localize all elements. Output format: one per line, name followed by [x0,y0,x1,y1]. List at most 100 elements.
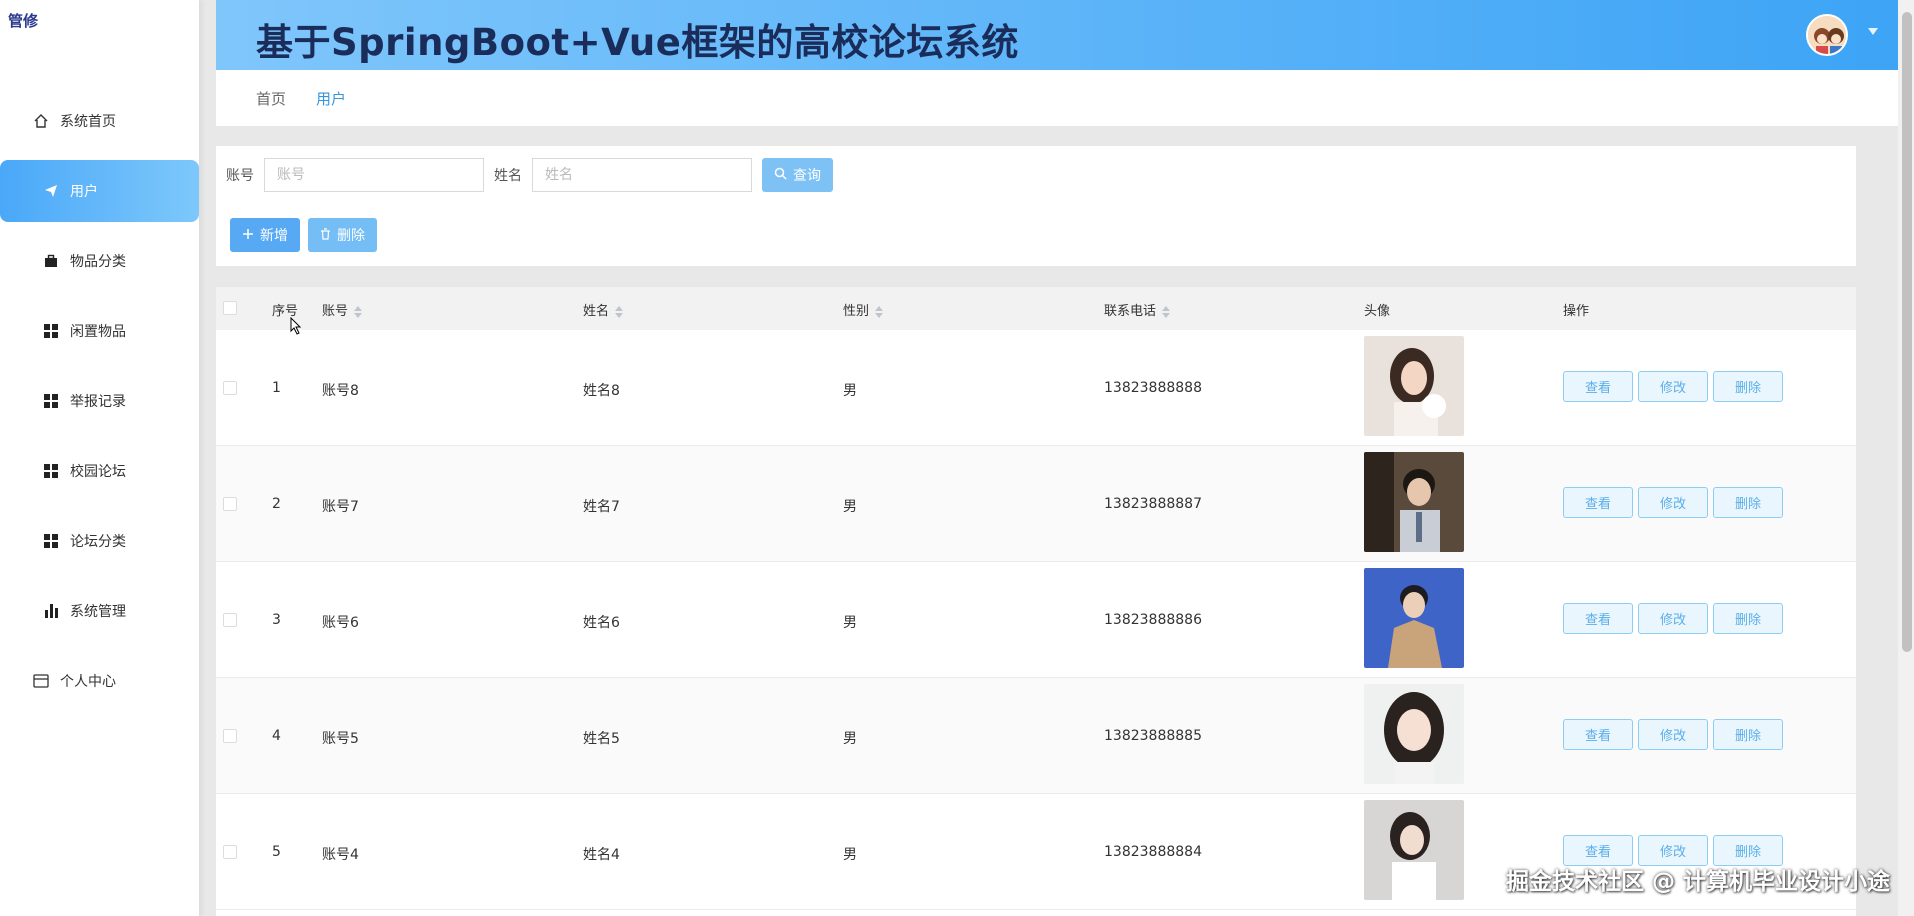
cell-account: 账号6 [322,615,359,631]
header-account[interactable]: 账号 [322,300,363,319]
edit-button[interactable]: 修改 [1638,371,1708,402]
user-photo [1364,568,1464,668]
header-gender[interactable]: 性别 [843,300,884,319]
cell-phone: 13823888888 [1104,380,1202,396]
top-header: 基于SpringBoot+Vue框架的高校论坛系统 [216,0,1898,70]
delete-button[interactable]: 删除 [1713,371,1783,402]
delete-button[interactable]: 删除 [1713,487,1783,518]
table-row: 4 账号5 姓名5 男 13823888885 查看 修改 删除 [216,678,1856,794]
plus-icon [242,227,254,243]
cell-phone: 13823888887 [1104,496,1202,512]
batch-delete-button[interactable]: 删除 [308,218,377,252]
edit-button[interactable]: 修改 [1638,603,1708,634]
select-all-checkbox[interactable] [223,301,237,315]
sidebar-item-label: 用户 [70,184,98,200]
header-name-label: 姓名 [583,304,610,319]
cell-name: 姓名5 [583,731,620,747]
user-photo [1364,336,1464,436]
sort-icon[interactable] [354,305,363,318]
header-gender-label: 性别 [843,304,870,319]
name-label: 姓名 [494,168,522,184]
row-checkbox[interactable] [223,729,237,743]
add-button[interactable]: 新增 [230,218,300,252]
trash-icon [320,227,331,243]
cell-name: 姓名6 [583,615,620,631]
grid-icon [42,462,60,480]
sidebar-item-idle-goods[interactable]: 闲置物品 [0,300,199,362]
header-name[interactable]: 姓名 [583,300,624,319]
cell-account: 账号8 [322,383,359,399]
delete-button[interactable]: 删除 [1713,719,1783,750]
view-button[interactable]: 查看 [1563,719,1633,750]
view-button[interactable]: 查看 [1563,603,1633,634]
cell-index: 3 [272,612,281,628]
breadcrumb: 首页 用户 [216,70,1898,126]
sidebar-item-reports[interactable]: 举报记录 [0,370,199,432]
cell-phone: 13823888884 [1104,844,1202,860]
cell-account: 账号5 [322,731,359,747]
sidebar-item-label: 论坛分类 [70,534,126,550]
grid-icon [42,322,60,340]
cell-name: 姓名8 [583,383,620,399]
sidebar-item-label: 物品分类 [70,254,126,270]
sidebar-item-label: 系统首页 [60,114,116,130]
user-photo [1364,452,1464,552]
query-button[interactable]: 查询 [762,158,833,192]
watermark-text: 掘金技术社区 @ 计算机毕业设计小途 [1505,869,1890,895]
view-button[interactable]: 查看 [1563,371,1633,402]
cell-index: 5 [272,844,281,860]
sidebar-item-label: 举报记录 [70,394,126,410]
row-checkbox[interactable] [223,497,237,511]
app-logo: 管修 [8,12,39,30]
user-avatar[interactable] [1806,14,1848,56]
sidebar-item-label: 系统管理 [70,604,126,620]
row-checkbox[interactable] [223,381,237,395]
cell-index: 1 [272,380,281,396]
edit-button[interactable]: 修改 [1638,719,1708,750]
sort-icon[interactable] [875,305,884,318]
sort-icon[interactable] [615,305,624,318]
cell-gender: 男 [843,847,857,863]
sidebar-item-home[interactable]: 系统首页 [0,90,199,152]
scrollbar-thumb[interactable] [1902,12,1912,652]
paper-plane-icon [42,182,60,200]
breadcrumb-home[interactable]: 首页 [256,88,286,109]
sidebar-item-users[interactable]: 用户 [0,160,199,222]
search-panel: 账号 姓名 查询 新增 删除 [216,146,1856,266]
name-search-input[interactable] [532,158,752,192]
cell-phone: 13823888885 [1104,728,1202,744]
caret-down-icon[interactable] [1868,28,1878,35]
sidebar-item-campus-forum[interactable]: 校园论坛 [0,440,199,502]
sidebar-item-item-category[interactable]: 物品分类 [0,230,199,292]
sort-icon[interactable] [1162,305,1171,318]
table-header: 序号 账号 姓名 性别 联系电话 头像 操作 [216,287,1856,335]
account-label: 账号 [226,168,254,184]
grid-icon [42,532,60,550]
header-phone-label: 联系电话 [1104,304,1157,319]
table-row: 3 账号6 姓名6 男 13823888886 查看 修改 删除 [216,562,1856,678]
header-phone[interactable]: 联系电话 [1104,300,1171,319]
grid-icon [42,392,60,410]
sidebar-item-forum-category[interactable]: 论坛分类 [0,510,199,572]
sidebar-item-label: 校园论坛 [70,464,126,480]
breadcrumb-current: 用户 [316,89,347,108]
page-scrollbar[interactable] [1898,0,1914,916]
row-checkbox[interactable] [223,613,237,627]
query-button-label: 查询 [793,167,821,183]
sidebar-item-label: 闲置物品 [70,324,126,340]
card-icon [32,672,50,690]
add-button-label: 新增 [260,227,288,243]
view-button[interactable]: 查看 [1563,487,1633,518]
sidebar-menu: 系统首页 用户 物品分类 闲置物品 举报记录 校园论坛 论坛分类 系统管理 个人… [0,90,199,720]
account-search-input[interactable] [264,158,484,192]
action-row: 新增 删除 [230,218,377,252]
table-row: 1 账号8 姓名8 男 13823888888 查看 修改 删除 [216,330,1856,446]
edit-button[interactable]: 修改 [1638,487,1708,518]
sidebar-item-system-admin[interactable]: 系统管理 [0,580,199,642]
sidebar-item-personal-center[interactable]: 个人中心 [0,650,199,712]
delete-button[interactable]: 删除 [1713,603,1783,634]
row-checkbox[interactable] [223,845,237,859]
table-row: 2 账号7 姓名7 男 13823888887 查看 修改 删除 [216,446,1856,562]
cell-gender: 男 [843,615,857,631]
bar-chart-icon [42,602,60,620]
